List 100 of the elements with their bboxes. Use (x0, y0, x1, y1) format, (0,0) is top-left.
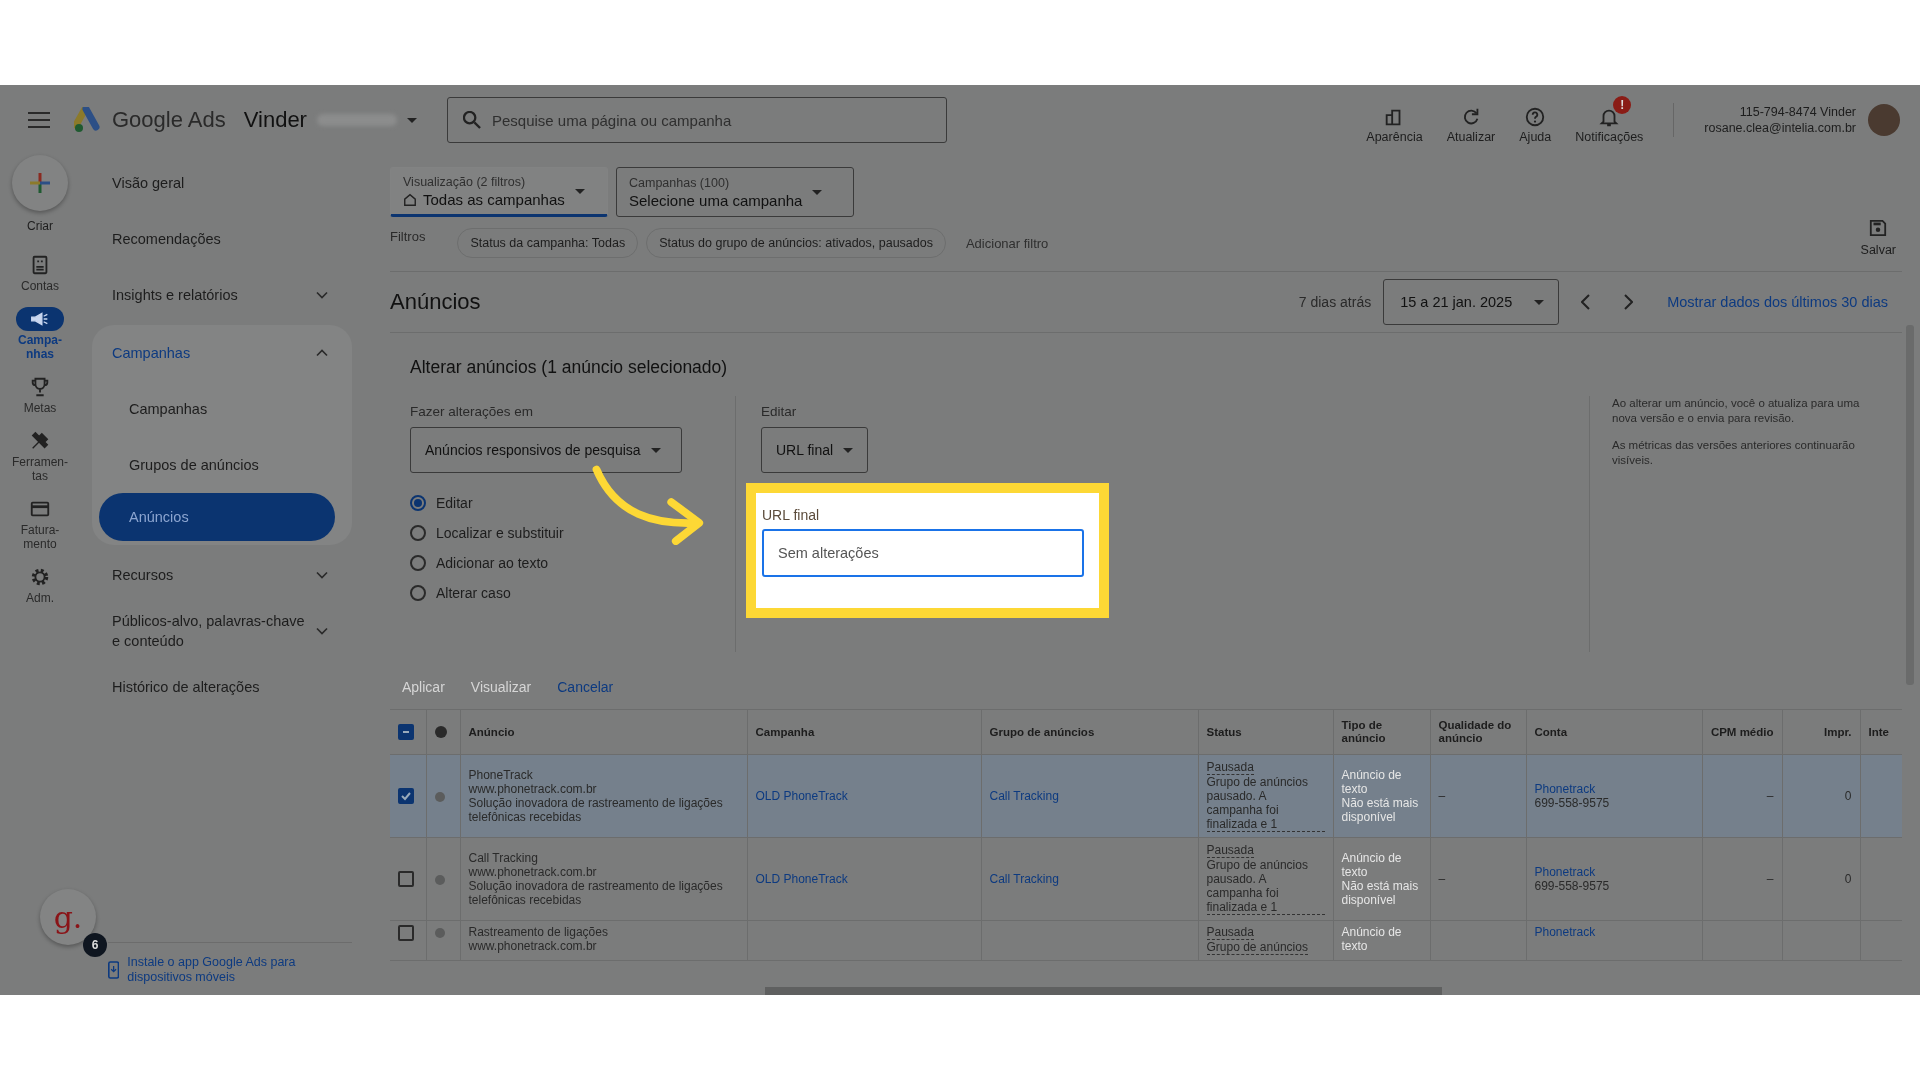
column-header[interactable]: Qualidade do anúncio (1430, 710, 1526, 755)
rail-item[interactable]: Adm. (5, 565, 75, 605)
view-dropdown[interactable]: Visualização (2 filtros) Todas as campanhas (390, 167, 608, 217)
quality-text: – (1438, 872, 1446, 886)
radio-option[interactable]: Adicionar ao texto (410, 555, 710, 571)
account-id: 699-558-9575 (1534, 796, 1611, 810)
status-text: Grupo de anúncios pausado. A campanha foi finalizada e 1 (1206, 858, 1325, 915)
row-checkbox[interactable] (398, 871, 414, 887)
notification-badge: ! (1613, 96, 1632, 114)
caret-icon (574, 188, 585, 194)
plus-icon (28, 171, 52, 195)
nav-item[interactable]: Recursos (92, 547, 352, 603)
trophy-icon (29, 376, 51, 398)
campaign-link[interactable]: OLD PhoneTrack (755, 872, 973, 886)
page-title: Anúncios (390, 289, 481, 315)
rail-item[interactable]: Fatura-mento (5, 497, 75, 551)
save-button[interactable]: Salvar (1854, 218, 1902, 258)
install-app-link[interactable]: Instale o app Google Ads para dispositivos móveis (127, 955, 352, 985)
caret-icon (1534, 299, 1545, 305)
date-hint: 7 dias atrás (1298, 294, 1372, 310)
nav-item[interactable]: Campanhas (92, 325, 352, 381)
nav-item[interactable]: Histórico de alterações (92, 659, 352, 715)
chevron-right-icon (1623, 294, 1634, 310)
column-header[interactable]: CPM médio (1702, 710, 1782, 755)
chevron-left-icon (1581, 294, 1592, 310)
column-header[interactable]: Impr. (1782, 710, 1860, 755)
date-range-dropdown[interactable]: 15 a 21 jan. 2025 (1383, 279, 1560, 325)
account-link[interactable]: Phonetrack (1534, 925, 1694, 939)
field-label: URL final (762, 507, 821, 523)
ad-text: PhoneTrack (468, 768, 534, 782)
edit-field-dropdown[interactable]: URL final (761, 427, 869, 473)
rail-item[interactable]: Metas (5, 375, 75, 415)
paused-icon (434, 791, 445, 802)
rail-item[interactable]: Campa-nhas (5, 307, 75, 361)
column-header[interactable]: Conta (1526, 710, 1702, 755)
quality-text: – (1438, 789, 1446, 803)
menu-icon[interactable] (28, 112, 50, 128)
caret-icon (650, 447, 661, 453)
row-checkbox[interactable] (398, 925, 414, 941)
toolbar-button[interactable]: Aparência (1366, 96, 1423, 144)
radio-option[interactable]: Editar (410, 495, 710, 511)
toolbar-button[interactable]: Ajuda (1519, 96, 1552, 144)
campaign-link[interactable]: OLD PhoneTrack (755, 789, 973, 803)
last-30-days-link[interactable]: Mostrar dados dos últimos 30 dias (1667, 294, 1888, 310)
ad-text: Call Tracking (468, 851, 539, 865)
ad-text: Solução inovadora de rastreamento de ligações telefônicas recebidas (468, 879, 724, 907)
ad-text: www.phonetrack.com.br (468, 865, 598, 879)
column-header[interactable]: Inte (1860, 710, 1902, 755)
home-icon (403, 193, 417, 207)
status-dot-icon (434, 726, 447, 739)
ad-type-text: Não está mais disponível (1341, 879, 1420, 907)
count-badge: 6 (83, 933, 107, 957)
ad-group-link[interactable]: Call Tracking (989, 872, 1190, 886)
nav-subitem[interactable]: Anúncios (99, 493, 335, 541)
ad-text: www.phonetrack.com.br (468, 782, 598, 796)
product-name: Google Ads (112, 107, 226, 133)
create-label: Criar (27, 219, 53, 233)
account-id: 115-794-8474 Vinder (1738, 104, 1856, 120)
nav-subitem[interactable]: Campanhas (92, 381, 352, 437)
field-label: Fazer alterações em (410, 404, 535, 419)
nav-item[interactable]: Insights e relatórios (92, 267, 352, 323)
campaign-dropdown[interactable]: Campanhas (100) Selecione uma campanha (616, 167, 854, 217)
nav-item[interactable]: Públicos-alvo, palavras-chave e conteúdo (92, 603, 352, 659)
row-checkbox[interactable] (398, 788, 414, 804)
action-button[interactable]: Cancelar (557, 679, 614, 695)
info-text: Ao alterar um anúncio, você o atualiza para uma nova versão e o envia para revisão. (1612, 396, 1861, 426)
ad-type-dropdown[interactable]: Anúncios responsivos de pesquisa (410, 427, 682, 473)
field-label: Editar (761, 404, 797, 419)
column-header[interactable]: Anúncio (460, 710, 747, 755)
account-link[interactable]: Phonetrack (1534, 782, 1694, 796)
impressions-value: 0 (1844, 789, 1852, 803)
nav-subitem[interactable]: Grupos de anúncios (92, 437, 352, 493)
search-field[interactable]: Pesquise uma página ou campanha (446, 97, 947, 143)
radio-option[interactable]: Localizar e substituir (410, 525, 710, 541)
column-header[interactable]: Tipo de anúncio (1333, 710, 1430, 755)
nav-item[interactable]: Recomendações (92, 211, 352, 267)
ad-type-text: Anúncio de texto (1341, 768, 1403, 796)
cpm-value: – (1766, 789, 1774, 803)
add-filter-button[interactable]: Adicionar filtro (959, 234, 1055, 252)
column-header[interactable]: Status (1198, 710, 1333, 755)
scrollbar[interactable] (765, 987, 1442, 995)
radio-option[interactable]: Alterar caso (410, 585, 710, 601)
toolbar-button[interactable]: Atualizar (1446, 96, 1496, 144)
phone-icon (108, 959, 120, 981)
toolbar-button[interactable]: Notificações ! (1575, 96, 1644, 144)
ad-group-link[interactable]: Call Tracking (989, 789, 1190, 803)
filters-label: Filtros (390, 229, 426, 244)
url-input-field[interactable]: Sem alterações (762, 529, 1084, 577)
select-all-checkbox[interactable] (398, 724, 414, 740)
info-text: As métricas das versões anteriores continuarão visíveis. (1612, 438, 1856, 468)
nav-item[interactable]: Visão geral (92, 155, 352, 211)
rail-item[interactable]: Ferramen-tas (5, 429, 75, 483)
avatar[interactable] (1868, 104, 1900, 136)
search-icon (462, 111, 481, 129)
ad-type-text: Anúncio de texto (1341, 925, 1403, 953)
rail-item[interactable]: Contas (5, 253, 75, 293)
caret-icon (406, 117, 417, 123)
account-link[interactable]: Phonetrack (1534, 865, 1694, 879)
column-header[interactable]: Campanha (747, 710, 981, 755)
column-header[interactable]: Grupo de anúncios (981, 710, 1198, 755)
